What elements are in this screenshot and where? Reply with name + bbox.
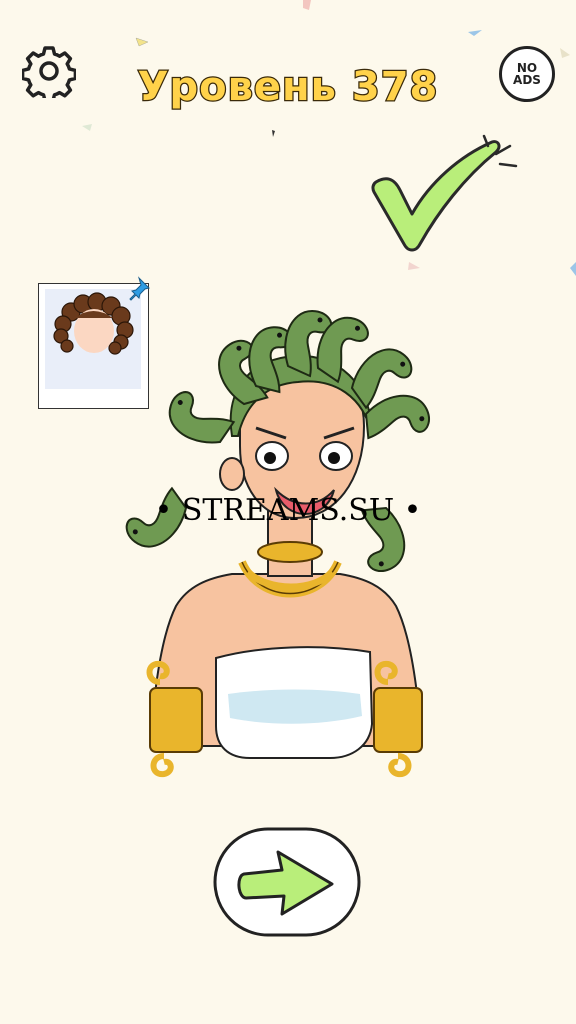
watermark-text: • STREAMS.SU • [154,493,422,528]
medusa-character [120,310,437,778]
level-title: Уровень 378 [136,63,439,112]
checkmark-icon [371,134,518,252]
next-button[interactable] [212,826,362,938]
